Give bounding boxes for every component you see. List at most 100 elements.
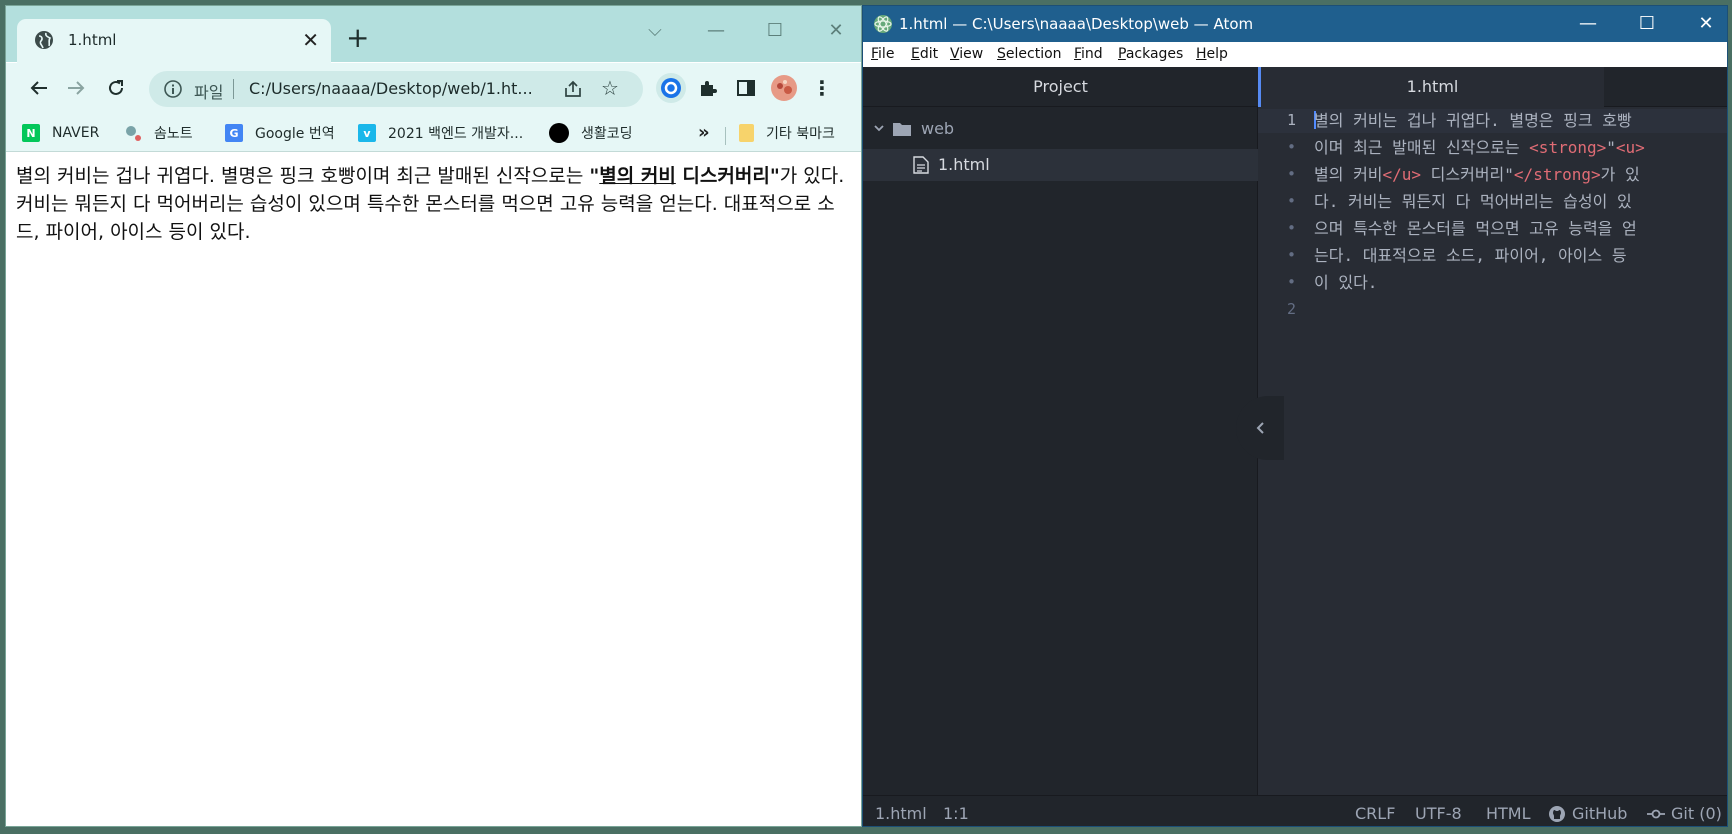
- bookmark-other[interactable]: 기타 북마크: [739, 122, 835, 144]
- status-line-ending[interactable]: CRLF: [1355, 804, 1395, 823]
- code-line: 별의 커비는 겁나 귀엽다. 별명은 핑크 호빵: [1314, 111, 1632, 130]
- menu-packages[interactable]: Packages: [1118, 46, 1183, 62]
- chrome-window: 1.html ✕ + ⌵ — ☐ ✕ 파일 C:/Users/naaaa/Des…: [5, 5, 862, 827]
- atom-close-icon[interactable]: ✕: [1691, 11, 1721, 37]
- atom-minimize-icon[interactable]: —: [1573, 11, 1603, 37]
- tag-token: </u>: [1382, 165, 1422, 184]
- status-grammar[interactable]: HTML: [1486, 804, 1531, 823]
- address-bar[interactable]: 파일 C:/Users/naaaa/Desktop/web/1.ht... ☆: [149, 71, 643, 107]
- menu-find[interactable]: Find: [1074, 46, 1103, 62]
- line-number: 2: [1286, 300, 1296, 318]
- tab-search-icon[interactable]: ⌵: [640, 18, 670, 44]
- folder-icon: [893, 122, 911, 136]
- text-editor[interactable]: 1 • • • • • • 2 별의 커비는 겁나 귀엽다. 별명은 핑크 호빵…: [1258, 107, 1727, 795]
- code-line: 는다. 대표적으로 소드, 파이어, 아이스 등: [1314, 246, 1627, 265]
- status-git[interactable]: Git (0): [1647, 804, 1722, 823]
- bookmark-label: 솜노트: [154, 126, 193, 142]
- back-button[interactable]: [24, 73, 54, 103]
- browser-tab[interactable]: 1.html ✕: [17, 19, 331, 63]
- chrome-titlebar: 1.html ✕ + ⌵ — ☐ ✕: [6, 6, 861, 63]
- somnote-icon: [124, 124, 142, 142]
- chevron-down-icon: [874, 125, 884, 132]
- circle-icon: [549, 123, 569, 143]
- minimize-icon[interactable]: —: [701, 18, 731, 44]
- status-encoding[interactable]: UTF-8: [1415, 804, 1462, 823]
- bookmark-star-icon[interactable]: ☆: [601, 77, 619, 99]
- info-icon[interactable]: [163, 79, 183, 99]
- git-commit-icon: [1647, 809, 1665, 818]
- strong-text: "별의 커비 디스커버리": [589, 165, 779, 187]
- forward-button[interactable]: [61, 73, 91, 103]
- wrap-marker: •: [1286, 273, 1296, 291]
- url-separator: [233, 79, 234, 99]
- extension-button[interactable]: [656, 73, 686, 103]
- status-file[interactable]: 1.html: [875, 804, 927, 823]
- bookmark-backend[interactable]: v 2021 백엔드 개발자...: [358, 122, 523, 144]
- chevron-left-icon: [1256, 422, 1264, 434]
- extension-circle-icon: [661, 78, 681, 98]
- status-github[interactable]: GitHub: [1548, 804, 1627, 823]
- menu-selection[interactable]: Selection: [997, 46, 1062, 62]
- menu-view[interactable]: View: [950, 46, 983, 62]
- editor-tab[interactable]: 1.html: [1258, 67, 1604, 107]
- bookmarks-separator: [725, 127, 726, 145]
- browser-toolbar: 파일 C:/Users/naaaa/Desktop/web/1.ht... ☆ …: [6, 63, 861, 115]
- status-bar: 1.html 1:1 CRLF UTF-8 HTML GitHub Git (0…: [863, 795, 1727, 826]
- globe-icon: [35, 31, 53, 49]
- menu-file[interactable]: File: [871, 46, 894, 62]
- line-number: 1: [1286, 111, 1296, 129]
- tab-close-icon[interactable]: ✕: [302, 28, 319, 52]
- project-panel-title[interactable]: Project: [863, 67, 1258, 107]
- side-panel-icon: [737, 80, 755, 96]
- bookmark-opentutorials[interactable]: 생활코딩: [549, 122, 633, 144]
- google-translate-icon: G: [225, 124, 243, 142]
- atom-window: 1.html — C:\Users\naaaa\Desktop\web — At…: [862, 5, 1728, 827]
- folder-name: web: [921, 118, 955, 138]
- tag-token: </strong>: [1513, 165, 1601, 184]
- bookmark-label: 2021 백엔드 개발자...: [388, 126, 524, 142]
- reload-icon: [109, 80, 123, 95]
- share-icon[interactable]: [563, 79, 583, 99]
- new-tab-button[interactable]: +: [346, 24, 369, 52]
- bookmarks-bar: N NAVER 솜노트 G Google 번역 v 2021 백엔드 개발자..…: [6, 115, 861, 152]
- atom-logo-icon: [874, 15, 892, 33]
- side-panel-button[interactable]: [731, 73, 761, 103]
- menu-help[interactable]: Help: [1196, 46, 1228, 62]
- more-bookmarks-icon[interactable]: »: [698, 122, 710, 143]
- github-icon: [1549, 805, 1565, 822]
- strong-open-quote: ": [589, 165, 600, 187]
- wrap-marker: •: [1286, 192, 1296, 210]
- reload-button[interactable]: [101, 73, 131, 103]
- file-item-1-html[interactable]: 1.html: [863, 149, 1258, 181]
- bookmark-naver[interactable]: N NAVER: [22, 122, 99, 144]
- atom-titlebar: 1.html — C:\Users\naaaa\Desktop\web — At…: [863, 6, 1727, 42]
- forward-arrow-icon: [68, 81, 85, 95]
- vimeo-icon: v: [358, 124, 376, 142]
- code-area[interactable]: 별의 커비는 겁나 귀엽다. 별명은 핑크 호빵 이며 최근 발매된 신작으로는…: [1314, 107, 1719, 296]
- close-icon[interactable]: ✕: [821, 18, 851, 44]
- url-scheme-label: 파일: [194, 83, 224, 102]
- bookmark-label: NAVER: [52, 125, 100, 141]
- underlined-text: 별의 커비: [599, 165, 676, 187]
- atom-maximize-icon[interactable]: ☐: [1632, 11, 1662, 37]
- status-cursor-position[interactable]: 1:1: [943, 804, 969, 823]
- extensions-puzzle-button[interactable]: [693, 73, 723, 103]
- bookmark-somnote[interactable]: 솜노트: [124, 122, 193, 144]
- profile-avatar[interactable]: [769, 73, 799, 103]
- bookmark-google-translate[interactable]: G Google 번역: [225, 122, 335, 144]
- file-name: 1.html: [938, 155, 990, 174]
- bookmark-label: Google 번역: [255, 126, 335, 142]
- tag-token: <strong>: [1529, 138, 1607, 157]
- avatar-icon: [771, 75, 797, 101]
- other-bookmarks-label: 기타 북마크: [766, 126, 835, 142]
- tab-title: 1.html: [68, 31, 117, 49]
- url-text[interactable]: C:/Users/naaaa/Desktop/web/1.ht...: [249, 79, 549, 98]
- more-menu-icon[interactable]: ⋮: [807, 73, 837, 103]
- menu-bar: File Edit View Selection Find Packages H…: [863, 42, 1727, 67]
- maximize-icon[interactable]: ☐: [760, 18, 790, 44]
- naver-icon: N: [22, 124, 40, 142]
- folder-item-web[interactable]: web: [873, 117, 954, 139]
- code-line: 별의 커비</u> 디스커버리"</strong>가 있: [1314, 165, 1640, 184]
- menu-edit[interactable]: Edit: [911, 46, 938, 62]
- strong-rest: 디스커버리": [675, 165, 780, 187]
